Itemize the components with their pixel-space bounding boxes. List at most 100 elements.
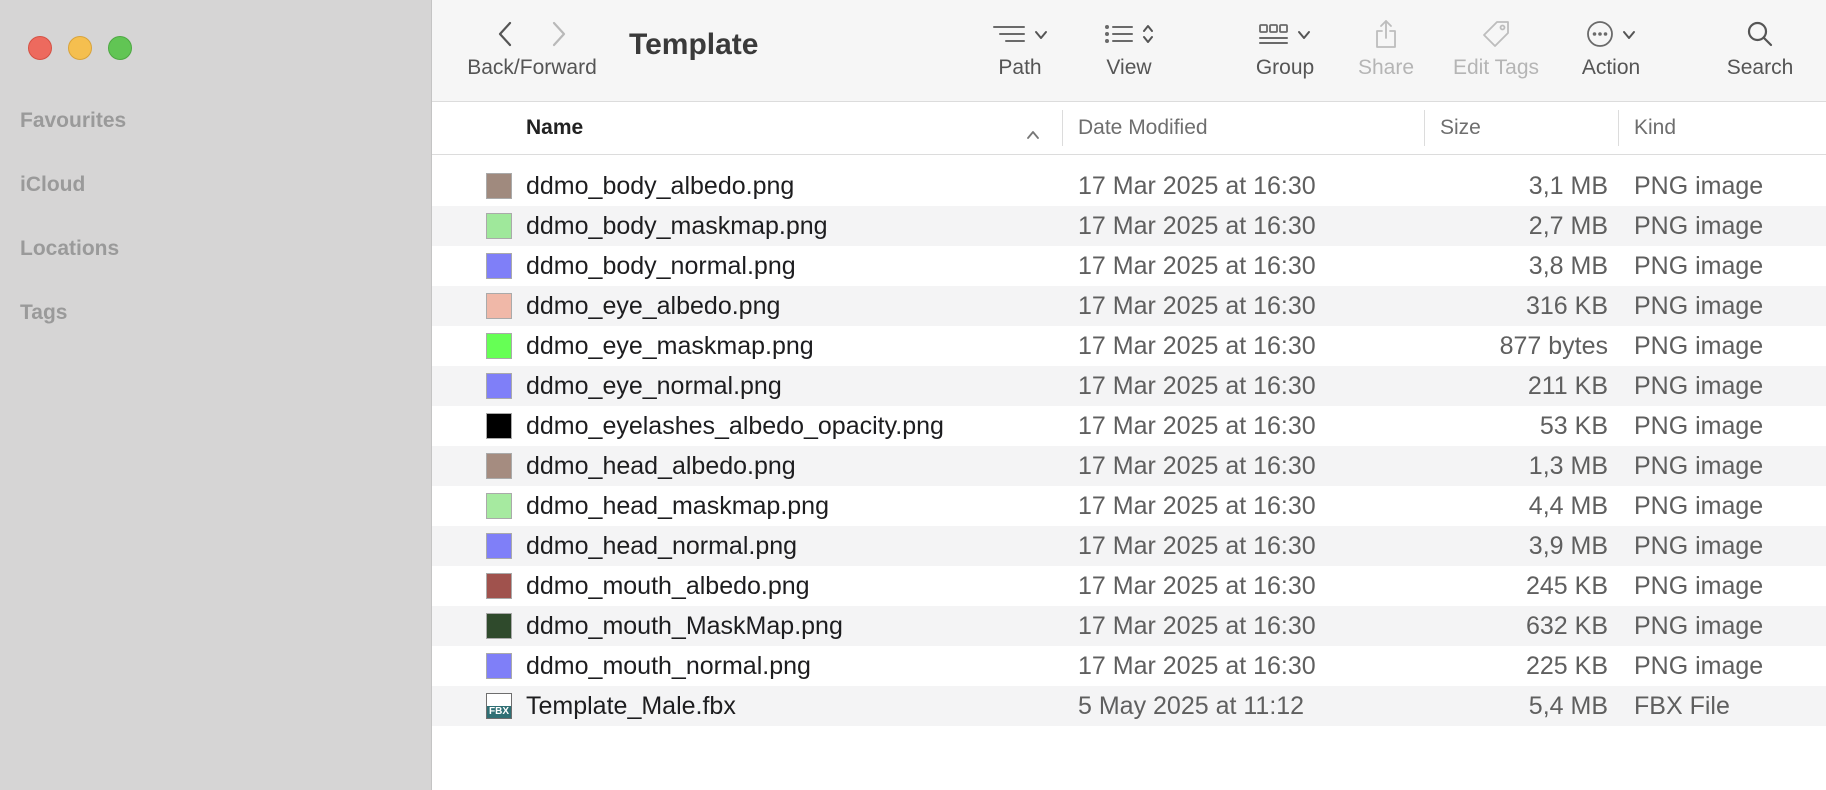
file-date-modified: 17 Mar 2025 at 16:30 [1078,452,1316,480]
forward-chevron-icon[interactable] [552,21,566,52]
view-button[interactable]: View [1091,16,1167,80]
file-date-modified: 5 May 2025 at 11:12 [1078,692,1305,720]
file-name: ddmo_eye_maskmap.png [526,332,814,360]
file-row[interactable]: ddmo_body_normal.png 17 Mar 2025 at 16:30… [432,246,1826,286]
file-name: ddmo_eye_normal.png [526,372,782,400]
file-row[interactable]: ddmo_eyelashes_albedo_opacity.png 17 Mar … [432,406,1826,446]
file-name: ddmo_head_albedo.png [526,452,796,480]
file-kind: PNG image [1634,452,1764,480]
column-divider[interactable] [1424,110,1425,146]
file-date-modified: 17 Mar 2025 at 16:30 [1078,252,1316,280]
file-kind: PNG image [1634,652,1764,680]
sidebar-section-tags[interactable]: Tags [20,301,67,325]
file-name: ddmo_head_maskmap.png [526,492,829,520]
file-size: 4,4 MB [1528,492,1608,520]
file-name: Template_Male.fbx [526,692,736,720]
view-label: View [1106,56,1152,79]
file-row[interactable]: ddmo_eye_maskmap.png 17 Mar 2025 at 16:30… [432,326,1826,366]
column-header-size[interactable]: Size [1440,116,1481,140]
file-row[interactable]: ddmo_head_normal.png 17 Mar 2025 at 16:30… [432,526,1826,566]
file-kind: PNG image [1634,572,1764,600]
path-list-icon [992,23,1026,50]
close-window-button[interactable] [28,36,52,60]
fbx-file-icon: FBX [486,693,512,719]
action-button[interactable]: Action [1573,16,1649,80]
search-button[interactable]: Search [1720,16,1800,80]
file-size: 316 KB [1525,292,1608,320]
file-date-modified: 17 Mar 2025 at 16:30 [1078,292,1316,320]
file-row[interactable]: ddmo_head_maskmap.png 17 Mar 2025 at 16:3… [432,486,1826,526]
sidebar-section-favourites[interactable]: Favourites [20,109,126,133]
file-row[interactable]: ddmo_mouth_albedo.png 17 Mar 2025 at 16:3… [432,566,1826,606]
image-thumbnail-icon [486,453,512,479]
back-forward-label: Back/Forward [467,56,597,79]
minimize-window-button[interactable] [68,36,92,60]
search-icon [1746,20,1774,53]
edit-tags-button[interactable]: Edit Tags [1444,16,1548,80]
file-kind: PNG image [1634,212,1764,240]
image-thumbnail-icon [486,653,512,679]
path-label: Path [998,56,1042,79]
list-view-icon [1104,23,1134,50]
file-row[interactable]: ddmo_body_maskmap.png 17 Mar 2025 at 16:3… [432,206,1826,246]
file-kind: PNG image [1634,612,1764,640]
image-thumbnail-icon [486,493,512,519]
file-row[interactable]: ddmo_mouth_normal.png 17 Mar 2025 at 16:3… [432,646,1826,686]
file-kind: PNG image [1634,172,1764,200]
file-size: 2,7 MB [1528,212,1608,240]
file-name: ddmo_mouth_MaskMap.png [526,612,843,640]
file-kind: PNG image [1634,412,1764,440]
file-size: 225 KB [1525,652,1608,680]
file-row[interactable]: ddmo_head_albedo.png 17 Mar 2025 at 16:30… [432,446,1826,486]
back-chevron-icon[interactable] [498,21,512,52]
file-kind: PNG image [1634,492,1764,520]
file-kind: PNG image [1634,372,1764,400]
file-row[interactable]: ddmo_eye_normal.png 17 Mar 2025 at 16:30 2… [432,366,1826,406]
group-button[interactable]: Group [1248,16,1322,80]
image-thumbnail-icon [486,573,512,599]
action-label: Action [1581,56,1641,79]
file-date-modified: 17 Mar 2025 at 16:30 [1078,372,1316,400]
file-date-modified: 17 Mar 2025 at 16:30 [1078,572,1316,600]
file-row[interactable]: ddmo_eye_albedo.png 17 Mar 2025 at 16:30 3… [432,286,1826,326]
column-divider[interactable] [1618,110,1619,146]
file-row[interactable]: FBX Template_Male.fbx 5 May 2025 at 11:12 5… [432,686,1826,726]
sidebar-section-icloud[interactable]: iCloud [20,173,85,197]
file-date-modified: 17 Mar 2025 at 16:30 [1078,412,1316,440]
column-header-date-modified[interactable]: Date Modified [1078,116,1208,140]
column-header-kind[interactable]: Kind [1634,116,1676,140]
file-name: ddmo_body_maskmap.png [526,212,828,240]
share-label: Share [1357,56,1415,79]
file-size: 3,9 MB [1528,532,1608,560]
ellipsis-circle-icon [1586,20,1614,53]
file-size: 245 KB [1525,572,1608,600]
file-kind: PNG image [1634,292,1764,320]
file-date-modified: 17 Mar 2025 at 16:30 [1078,492,1316,520]
sidebar-section-locations[interactable]: Locations [20,237,119,261]
file-name: ddmo_mouth_normal.png [526,652,811,680]
sidebar: Favourites iCloud Locations Tags [0,0,432,790]
zoom-window-button[interactable] [108,36,132,60]
image-thumbnail-icon [486,373,512,399]
column-divider[interactable] [1062,110,1063,146]
image-thumbnail-icon [486,413,512,439]
file-row[interactable]: ddmo_body_albedo.png 17 Mar 2025 at 16:30… [432,166,1826,206]
file-name: ddmo_eye_albedo.png [526,292,781,320]
file-size: 632 KB [1525,612,1608,640]
window-title: Template [629,28,759,61]
path-button[interactable]: Path [980,16,1060,80]
file-name: ddmo_head_normal.png [526,532,798,560]
image-thumbnail-icon [486,613,512,639]
file-name: ddmo_mouth_albedo.png [526,572,810,600]
image-thumbnail-icon [486,333,512,359]
file-row[interactable]: ddmo_mouth_MaskMap.png 17 Mar 2025 at 16:… [432,606,1826,646]
group-grid-icon [1259,23,1289,50]
file-kind: PNG image [1634,332,1764,360]
sort-ascending-chevron-icon[interactable] [1026,122,1040,146]
share-button[interactable]: Share [1353,16,1419,80]
image-thumbnail-icon [486,253,512,279]
file-date-modified: 17 Mar 2025 at 16:30 [1078,652,1316,680]
column-header-name[interactable]: Name [526,116,583,140]
window-controls [28,36,132,60]
file-size: 53 KB [1539,412,1608,440]
